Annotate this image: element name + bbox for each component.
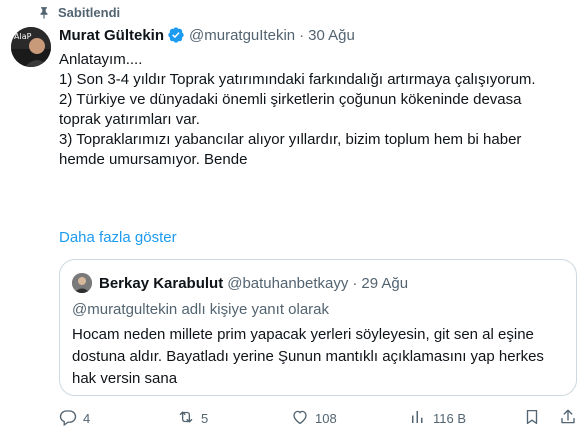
pin-icon — [36, 4, 52, 22]
tweet-line: 1) Son 3-4 yıldır Toprak yatırımındaki f… — [59, 71, 536, 88]
bookmark-button[interactable] — [523, 408, 541, 428]
separator-dot: · — [352, 274, 358, 292]
quoted-tweet[interactable]: Berkay Karabulut @batuhanbetkayy · 29 Ağ… — [59, 259, 577, 396]
tweet-header: Murat Gültekin @muratguItekin · 30 Ağu — [59, 25, 355, 45]
views-count: 116 B — [433, 410, 467, 426]
quote-author-name[interactable]: Berkay Karabulut — [99, 275, 223, 292]
like-count: 108 — [315, 410, 337, 426]
share-button[interactable] — [559, 408, 577, 428]
reply-icon — [59, 408, 77, 429]
quote-avatar[interactable] — [72, 273, 92, 293]
tweet-line: Anlatayım.... — [59, 51, 143, 68]
reply-button[interactable]: 4 — [59, 408, 90, 428]
separator-dot: · — [299, 26, 305, 44]
avatar[interactable]: AlaP — [11, 27, 51, 67]
views-icon — [409, 408, 427, 429]
tweet-line: 3) Topraklarımızı yabancılar alıyor yıll… — [59, 131, 522, 168]
views-button[interactable]: 116 B — [409, 408, 466, 428]
author-name[interactable]: Murat Gültekin — [59, 27, 164, 44]
author-handle[interactable]: @muratguItekin — [189, 27, 295, 44]
repost-button[interactable]: 5 — [177, 408, 208, 428]
tweet-actions: 4 5 108 116 B — [59, 408, 579, 428]
tweet-line: 2) Türkiye ve dünyadaki önemli şirketler… — [59, 91, 522, 128]
reply-context: @muratgultekin adlı kişiye yanıt olarak — [72, 301, 330, 318]
tweet-date[interactable]: 30 Ağu — [308, 27, 355, 44]
quote-header: Berkay Karabulut @batuhanbetkayy · 29 Ağ… — [99, 273, 408, 293]
verified-badge-icon — [167, 26, 185, 44]
bookmark-icon — [523, 408, 541, 429]
share-icon — [559, 408, 577, 429]
heart-icon — [291, 408, 309, 429]
reply-count: 4 — [83, 410, 91, 426]
repost-count: 5 — [201, 410, 209, 426]
repost-icon — [177, 408, 195, 429]
show-more-link[interactable]: Daha fazla göster — [59, 228, 177, 248]
avatar-logo-text: AlaP — [14, 32, 32, 41]
tweet-text: Anlatayım.... 1) Son 3-4 yıldır Toprak y… — [59, 50, 569, 170]
pinned-label: Sabitlendi — [58, 5, 121, 20]
quote-date[interactable]: 29 Ağu — [361, 275, 408, 292]
quote-text: Hocam neden millete prim yapacak yerleri… — [72, 326, 544, 387]
quote-author-handle[interactable]: @batuhanbetkayy — [227, 275, 348, 292]
like-button[interactable]: 108 — [291, 408, 337, 428]
